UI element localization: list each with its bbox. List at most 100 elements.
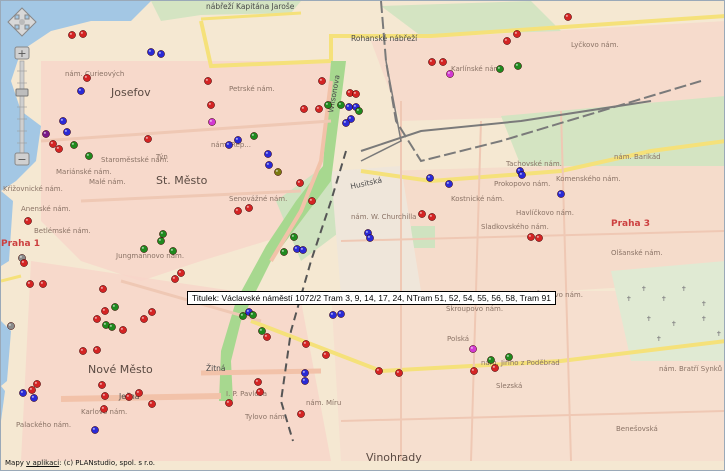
map-marker-red[interactable] [308,197,316,205]
map-marker-red[interactable] [140,315,148,323]
map-marker-red[interactable] [28,386,36,394]
pan-control[interactable] [7,7,37,37]
map-marker-blue[interactable] [147,48,155,56]
map-marker-red[interactable] [225,399,233,407]
map-marker-red[interactable] [33,380,41,388]
map-marker-green[interactable] [159,230,167,238]
map-marker-red[interactable] [101,392,109,400]
map-marker-red[interactable] [20,259,28,267]
map-marker-red[interactable] [79,347,87,355]
map-marker-blue[interactable] [426,174,434,182]
map-marker-blue[interactable] [445,180,453,188]
map-marker-red[interactable] [99,285,107,293]
map-marker-red[interactable] [148,400,156,408]
map-marker-red[interactable] [204,77,212,85]
map-marker-green[interactable] [111,303,119,311]
map-marker-red[interactable] [207,101,215,109]
map-marker-red[interactable] [428,213,436,221]
map-marker-red[interactable] [503,37,511,45]
map-marker-red[interactable] [26,280,34,288]
map-marker-blue[interactable] [91,426,99,434]
map-marker-red[interactable] [564,13,572,21]
map-marker-red[interactable] [375,367,383,375]
map-marker-purple[interactable] [42,130,50,138]
map-marker-green[interactable] [337,101,345,109]
map-marker-green[interactable] [280,248,288,256]
map-marker-blue[interactable] [225,141,233,149]
map-marker-red[interactable] [119,326,127,334]
map-marker-red[interactable] [296,179,304,187]
map-marker-green[interactable] [514,62,522,70]
map-marker-red[interactable] [245,204,253,212]
credit-link[interactable]: v aplikaci [26,459,59,467]
map-marker-red[interactable] [24,217,32,225]
map-marker-red[interactable] [148,308,156,316]
map-marker-magenta[interactable] [446,70,454,78]
map-marker-green[interactable] [505,353,513,361]
map-marker-red[interactable] [135,389,143,397]
map-marker-red[interactable] [93,346,101,354]
map-marker-red[interactable] [322,351,330,359]
map-marker-red[interactable] [439,58,447,66]
map-marker-red[interactable] [300,105,308,113]
map-marker-green[interactable] [355,107,363,115]
map-marker-green[interactable] [487,356,495,364]
map-marker-red[interactable] [535,234,543,242]
map-marker-green[interactable] [108,323,116,331]
map-marker-red[interactable] [55,145,63,153]
map-marker-red[interactable] [93,315,101,323]
map-marker-green[interactable] [249,311,257,319]
map-marker-blue[interactable] [518,171,526,179]
map-marker-red[interactable] [527,233,535,241]
zoom-slider[interactable]: + − [13,45,31,169]
map-marker-red[interactable] [100,405,108,413]
map-marker-red[interactable] [302,340,310,348]
map-marker-gray[interactable] [7,322,15,330]
map-marker-blue[interactable] [301,369,309,377]
map-marker-red[interactable] [39,280,47,288]
map-marker-red[interactable] [144,135,152,143]
map-canvas[interactable]: ✝ ✝ ✝ ✝ ✝ ✝ ✝ ✝ ✝ ✝ nábřeží Kapitána Jaroše Roh… [1,1,725,471]
map-marker-red[interactable] [491,364,499,372]
map-marker-green[interactable] [140,245,148,253]
map-marker-blue[interactable] [366,234,374,242]
map-marker-green[interactable] [324,101,332,109]
map-marker-blue[interactable] [342,119,350,127]
zoom-handle[interactable] [15,88,29,97]
map-marker-green[interactable] [169,247,177,255]
map-marker-green[interactable] [258,327,266,335]
map-marker-green[interactable] [290,233,298,241]
map-marker-red[interactable] [263,333,271,341]
map-marker-red[interactable] [315,105,323,113]
map-marker-blue[interactable] [264,150,272,158]
map-marker-red[interactable] [428,58,436,66]
map-marker-red[interactable] [352,90,360,98]
map-marker-blue[interactable] [557,190,565,198]
map-marker-red[interactable] [83,74,91,82]
map-marker-red[interactable] [101,307,109,315]
map-marker-red[interactable] [171,275,179,283]
map-marker-green[interactable] [157,237,165,245]
map-marker-blue[interactable] [63,128,71,136]
map-marker-blue[interactable] [157,50,165,58]
map-marker-blue[interactable] [19,389,27,397]
map-marker-blue[interactable] [30,394,38,402]
map-marker-red[interactable] [418,210,426,218]
map-marker-blue[interactable] [329,311,337,319]
map-marker-green[interactable] [239,312,247,320]
map-marker-blue[interactable] [265,161,273,169]
map-marker-red[interactable] [79,30,87,38]
map-marker-red[interactable] [98,381,106,389]
map-marker-magenta[interactable] [208,118,216,126]
map-marker-red[interactable] [177,269,185,277]
map-marker-red[interactable] [470,367,478,375]
map-marker-red[interactable] [49,140,57,148]
map-marker-blue[interactable] [59,117,67,125]
map-marker-red[interactable] [318,77,326,85]
map-marker-blue[interactable] [345,103,353,111]
map-marker-olive[interactable] [274,168,282,176]
map-marker-red[interactable] [68,31,76,39]
map-marker-green[interactable] [250,132,258,140]
map-marker-blue[interactable] [337,310,345,318]
map-marker-blue[interactable] [299,246,307,254]
